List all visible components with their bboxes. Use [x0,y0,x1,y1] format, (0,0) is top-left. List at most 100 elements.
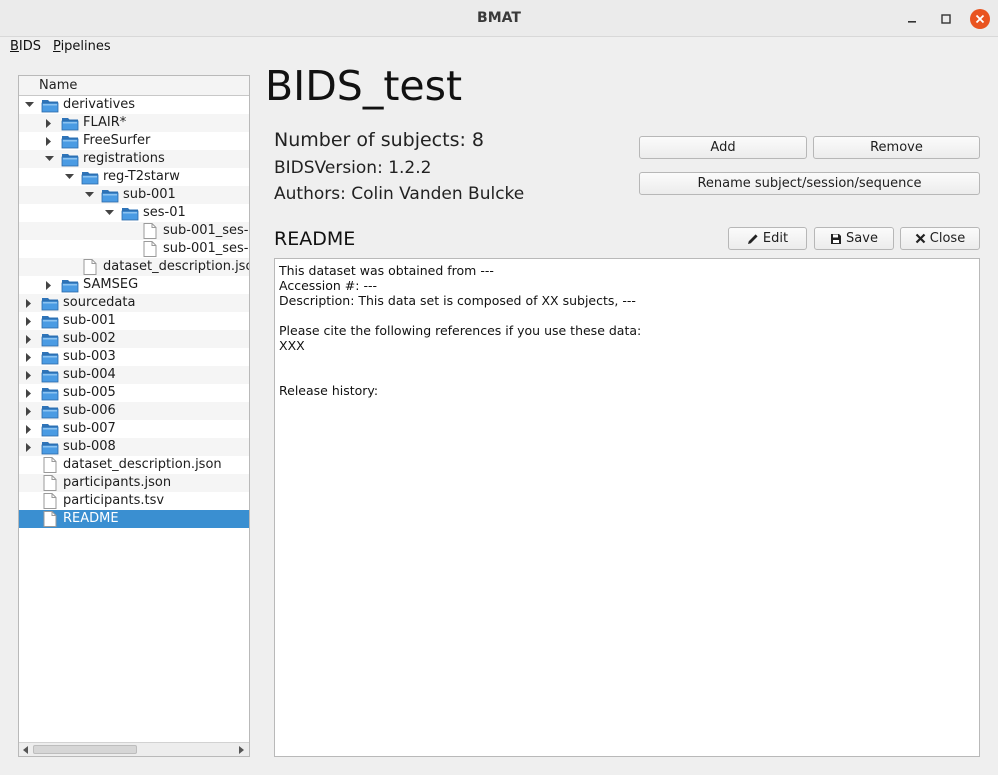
remove-button[interactable]: Remove [813,136,980,159]
collapse-right-arrow-icon[interactable] [43,114,55,132]
folder-icon [41,97,59,113]
readme-line: XXX [279,338,305,353]
tree-item-label: sub-002 [63,331,116,346]
collapse-right-arrow-icon[interactable] [23,402,35,420]
close-icon[interactable] [970,9,990,29]
collapse-right-arrow-icon[interactable] [23,348,35,366]
tree-file-item[interactable]: participants.json [19,474,249,492]
tree-item-label: sub-005 [63,385,116,400]
tree-folder-item[interactable]: sub-008 [19,438,249,456]
expand-down-arrow-icon[interactable] [103,204,115,222]
expand-down-arrow-icon[interactable] [83,186,95,204]
folder-icon [41,421,59,437]
tree-file-item[interactable]: dataset_description.json [19,258,249,276]
collapse-right-arrow-icon[interactable] [23,330,35,348]
minimize-icon[interactable] [902,9,922,29]
menu-bar: BIDS Pipelines [0,37,998,58]
bids-version: BIDSVersion: 1.2.2 [274,158,432,178]
tree-item-label: sub-008 [63,439,116,454]
folder-icon [41,403,59,419]
tree-folder-item[interactable]: sub-004 [19,366,249,384]
tree-item-label: README [63,511,119,526]
tree-folder-item[interactable]: reg-T2starw [19,168,249,186]
folder-icon [101,187,119,203]
tree-item-label: sub-003 [63,349,116,364]
folder-icon [81,169,99,185]
maximize-icon[interactable] [936,9,956,29]
tree-folder-item[interactable]: derivatives [19,96,249,114]
subject-count: Number of subjects: 8 [274,129,485,151]
folder-icon [41,349,59,365]
tree-item-label: participants.tsv [63,493,165,508]
tree-item-label: dataset_description.json [103,259,250,274]
collapse-right-arrow-icon[interactable] [23,366,35,384]
tree-folder-item[interactable]: sub-001 [19,186,249,204]
horizontal-scrollbar[interactable] [19,742,249,756]
collapse-right-arrow-icon[interactable] [43,276,55,294]
save-button[interactable]: Save [814,227,894,250]
tree-item-label: ses-01 [143,205,186,220]
tree-folder-item[interactable]: FreeSurfer [19,132,249,150]
readme-text-area[interactable]: This dataset was obtained from --- Access… [274,258,980,757]
add-button[interactable]: Add [639,136,807,159]
menu-bids-rest: IDS [18,39,42,54]
close-button-label: Close [929,231,966,246]
tree-header[interactable]: Name [19,76,249,96]
edit-button[interactable]: Edit [728,227,807,250]
menu-pipelines[interactable]: Pipelines [53,39,111,54]
file-icon [141,241,159,257]
tree-folder-item[interactable]: sub-003 [19,348,249,366]
menu-bids[interactable]: BIDS [10,39,41,54]
collapse-right-arrow-icon[interactable] [43,132,55,150]
tree-folder-item[interactable]: sub-005 [19,384,249,402]
tree-file-item[interactable]: sub-001_ses-0 [19,222,249,240]
tree-item-label: sourcedata [63,295,136,310]
tree-folder-item[interactable]: sub-006 [19,402,249,420]
menu-pipelines-rest: ipelines [60,39,111,54]
collapse-right-arrow-icon[interactable] [23,438,35,456]
scroll-left-icon[interactable] [19,743,33,756]
tree-item-label: sub-001 [123,187,176,202]
tree-folder-item[interactable]: ses-01 [19,204,249,222]
scroll-right-icon[interactable] [235,743,249,756]
tree-folder-item[interactable]: registrations [19,150,249,168]
folder-icon [61,277,79,293]
file-tree[interactable]: Name derivatives FLAIR* FreeSurfer registra… [18,75,250,757]
collapse-right-arrow-icon[interactable] [23,420,35,438]
close-button[interactable]: Close [900,227,980,250]
tree-item-label: sub-004 [63,367,116,382]
tree-folder-item[interactable]: sourcedata [19,294,249,312]
add-button-label: Add [710,140,736,155]
tree-folder-item[interactable]: FLAIR* [19,114,249,132]
tree-folder-item[interactable]: sub-007 [19,420,249,438]
tree-header-name: Name [39,78,78,93]
folder-icon [41,385,59,401]
collapse-right-arrow-icon[interactable] [23,312,35,330]
tree-file-item[interactable]: participants.tsv [19,492,249,510]
tree-item-label: sub-006 [63,403,116,418]
tree-file-item[interactable]: dataset_description.json [19,456,249,474]
tree-folder-item[interactable]: SAMSEG [19,276,249,294]
tree-file-item[interactable]: sub-001_ses-0 [19,240,249,258]
tree-folder-item[interactable]: sub-001 [19,312,249,330]
expand-down-arrow-icon[interactable] [23,96,35,114]
folder-icon [41,313,59,329]
floppy-icon [830,233,842,245]
rename-button[interactable]: Rename subject/session/sequence [639,172,980,195]
readme-line: Release history: [279,383,379,398]
expand-down-arrow-icon[interactable] [43,150,55,168]
tree-item-label: reg-T2starw [103,169,180,184]
window-title: BMAT [477,10,521,26]
collapse-right-arrow-icon[interactable] [23,384,35,402]
file-icon [141,223,159,239]
authors: Authors: Colin Vanden Bulcke [274,184,525,204]
tree-folder-item[interactable]: sub-002 [19,330,249,348]
tree-file-item[interactable]: README [19,510,249,528]
menu-pipelines-mnemonic: P [53,39,61,54]
scrollbar-thumb[interactable] [33,745,137,754]
tree-item-label: registrations [83,151,165,166]
expand-down-arrow-icon[interactable] [63,168,75,186]
collapse-right-arrow-icon[interactable] [23,294,35,312]
menu-bids-mnemonic: B [10,39,19,54]
tree-item-label: dataset_description.json [63,457,222,472]
